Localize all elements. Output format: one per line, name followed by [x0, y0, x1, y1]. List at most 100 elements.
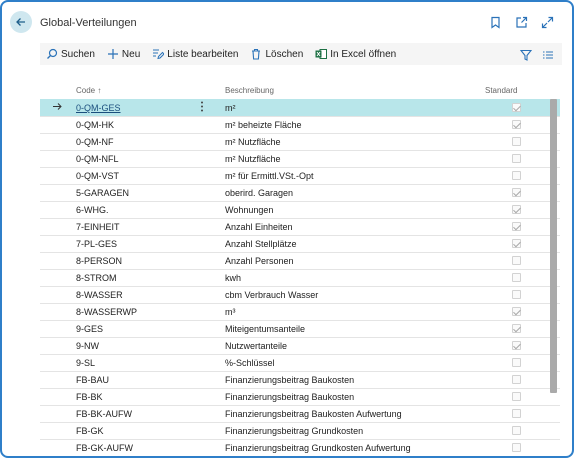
cell-code[interactable]: 9-NW: [76, 341, 99, 351]
table-row[interactable]: 0-QM-HK m² beheizte Fläche: [40, 116, 560, 133]
cell-code[interactable]: 0-QM-GES: [76, 103, 121, 113]
expand-icon[interactable]: [541, 16, 554, 29]
cell-description: oberird. Garagen: [225, 188, 294, 198]
table-row[interactable]: 0-QM-GES m²: [40, 99, 560, 116]
search-label: Suchen: [61, 48, 95, 60]
standard-checkbox[interactable]: [512, 341, 521, 350]
cell-code[interactable]: 9-GES: [76, 324, 103, 334]
table-row[interactable]: 0-QM-NF m² Nutzfläche: [40, 133, 560, 150]
table-row[interactable]: 9-GES Miteigentumsanteile: [40, 320, 560, 337]
table-row[interactable]: 7-EINHEIT Anzahl Einheiten: [40, 218, 560, 235]
cell-code[interactable]: 8-WASSERWP: [76, 307, 137, 317]
more-vertical-icon[interactable]: [200, 101, 204, 114]
standard-checkbox[interactable]: [512, 375, 521, 384]
cell-description: Miteigentumsanteile: [225, 324, 306, 334]
column-header-description[interactable]: Beschreibung: [225, 86, 274, 95]
search-button[interactable]: Suchen: [46, 48, 95, 60]
table-row[interactable]: FB-GK-AUFW Finanzierungsbeitrag Grundkost…: [40, 439, 560, 456]
cell-code[interactable]: FB-GK-AUFW: [76, 443, 133, 453]
standard-checkbox[interactable]: [512, 120, 521, 129]
standard-checkbox[interactable]: [512, 443, 521, 452]
cell-code[interactable]: 9-SL: [76, 358, 95, 368]
standard-checkbox[interactable]: [512, 358, 521, 367]
table-row[interactable]: 8-PERSON Anzahl Personen: [40, 252, 560, 269]
back-button[interactable]: [10, 11, 32, 33]
table-row[interactable]: 8-STROM kwh: [40, 269, 560, 286]
table-row[interactable]: FB-GK Finanzierungsbeitrag Grundkosten: [40, 422, 560, 439]
cell-description: kwh: [225, 273, 242, 283]
standard-checkbox[interactable]: [512, 256, 521, 265]
delete-button[interactable]: Löschen: [250, 48, 303, 60]
standard-checkbox[interactable]: [512, 188, 521, 197]
cell-code[interactable]: 7-PL-GES: [76, 239, 117, 249]
excel-icon: [315, 48, 328, 60]
filter-icon[interactable]: [519, 48, 533, 66]
arrow-left-icon: [16, 18, 25, 26]
arrow-right-icon: [52, 101, 63, 114]
cell-code[interactable]: 5-GARAGEN: [76, 188, 129, 198]
edit-list-button[interactable]: Liste bearbeiten: [152, 48, 238, 60]
table-row[interactable]: 0-QM-VST m² für Ermittl.VSt.-Opt: [40, 167, 560, 184]
cell-code[interactable]: FB-BAU: [76, 375, 109, 385]
delete-label: Löschen: [265, 48, 304, 60]
view-controls: [519, 48, 554, 66]
cell-code[interactable]: 0-QM-NFL: [76, 154, 119, 164]
cell-description: %-Schlüssel: [225, 358, 275, 368]
excel-label: In Excel öffnen: [330, 48, 397, 60]
cell-description: m² für Ermittl.VSt.-Opt: [225, 171, 314, 181]
table-row[interactable]: FB-BK-AUFW Finanzierungsbeitrag Baukosten…: [40, 405, 560, 422]
cell-code[interactable]: FB-GK: [76, 426, 104, 436]
cell-description: m² Nutzfläche: [225, 154, 281, 164]
new-button[interactable]: Neu: [107, 48, 140, 60]
cell-code[interactable]: 0-QM-NF: [76, 137, 114, 147]
standard-checkbox[interactable]: [512, 239, 521, 248]
column-header-code[interactable]: Code ↑: [76, 86, 101, 95]
cell-code[interactable]: 0-QM-VST: [76, 171, 119, 181]
app-window: Global-Verteilungen Suchen Neu Liste bea…: [0, 0, 574, 458]
vertical-scrollbar[interactable]: [550, 99, 557, 393]
table-row[interactable]: FB-BK Finanzierungsbeitrag Baukosten: [40, 388, 560, 405]
cell-description: Wohnungen: [225, 205, 274, 215]
standard-checkbox[interactable]: [512, 273, 521, 282]
standard-checkbox[interactable]: [512, 392, 521, 401]
standard-checkbox[interactable]: [512, 324, 521, 333]
standard-checkbox[interactable]: [512, 307, 521, 316]
bookmark-icon[interactable]: [489, 16, 502, 29]
standard-checkbox[interactable]: [512, 222, 521, 231]
standard-checkbox[interactable]: [512, 103, 521, 112]
cell-description: Finanzierungsbeitrag Grundkosten: [225, 426, 364, 436]
cell-code[interactable]: FB-BK-AUFW: [76, 409, 132, 419]
cell-code[interactable]: 7-EINHEIT: [76, 222, 120, 232]
standard-checkbox[interactable]: [512, 426, 521, 435]
table-row[interactable]: 9-NW Nutzwertanteile: [40, 337, 560, 354]
standard-checkbox[interactable]: [512, 409, 521, 418]
table-row[interactable]: 6-WHG. Wohnungen: [40, 201, 560, 218]
standard-checkbox[interactable]: [512, 205, 521, 214]
cell-code[interactable]: 8-STROM: [76, 273, 117, 283]
search-icon: [46, 48, 58, 60]
table-row[interactable]: FB-BAU Finanzierungsbeitrag Baukosten: [40, 371, 560, 388]
cell-code[interactable]: FB-BK: [76, 392, 103, 402]
table-row[interactable]: 9-SL %-Schlüssel: [40, 354, 560, 371]
plus-icon: [107, 48, 119, 60]
cell-code[interactable]: 8-PERSON: [76, 256, 122, 266]
open-in-excel-button[interactable]: In Excel öffnen: [315, 48, 396, 60]
open-in-new-window-icon[interactable]: [515, 16, 528, 29]
cell-description: m² beheizte Fläche: [225, 120, 302, 130]
standard-checkbox[interactable]: [512, 290, 521, 299]
cell-code[interactable]: 6-WHG.: [76, 205, 109, 215]
cell-description: Anzahl Personen: [225, 256, 294, 266]
list-view-icon[interactable]: [542, 48, 554, 66]
table-row[interactable]: 5-GARAGEN oberird. Garagen: [40, 184, 560, 201]
standard-checkbox[interactable]: [512, 137, 521, 146]
table-row[interactable]: 8-WASSER cbm Verbrauch Wasser: [40, 286, 560, 303]
standard-checkbox[interactable]: [512, 171, 521, 180]
edit-list-icon: [152, 48, 165, 60]
cell-code[interactable]: 0-QM-HK: [76, 120, 114, 130]
table-row[interactable]: 8-WASSERWP m³: [40, 303, 560, 320]
table-row[interactable]: 0-QM-NFL m² Nutzfläche: [40, 150, 560, 167]
cell-code[interactable]: 8-WASSER: [76, 290, 123, 300]
column-header-standard[interactable]: Standard: [485, 86, 517, 95]
standard-checkbox[interactable]: [512, 154, 521, 163]
table-row[interactable]: 7-PL-GES Anzahl Stellplätze: [40, 235, 560, 252]
